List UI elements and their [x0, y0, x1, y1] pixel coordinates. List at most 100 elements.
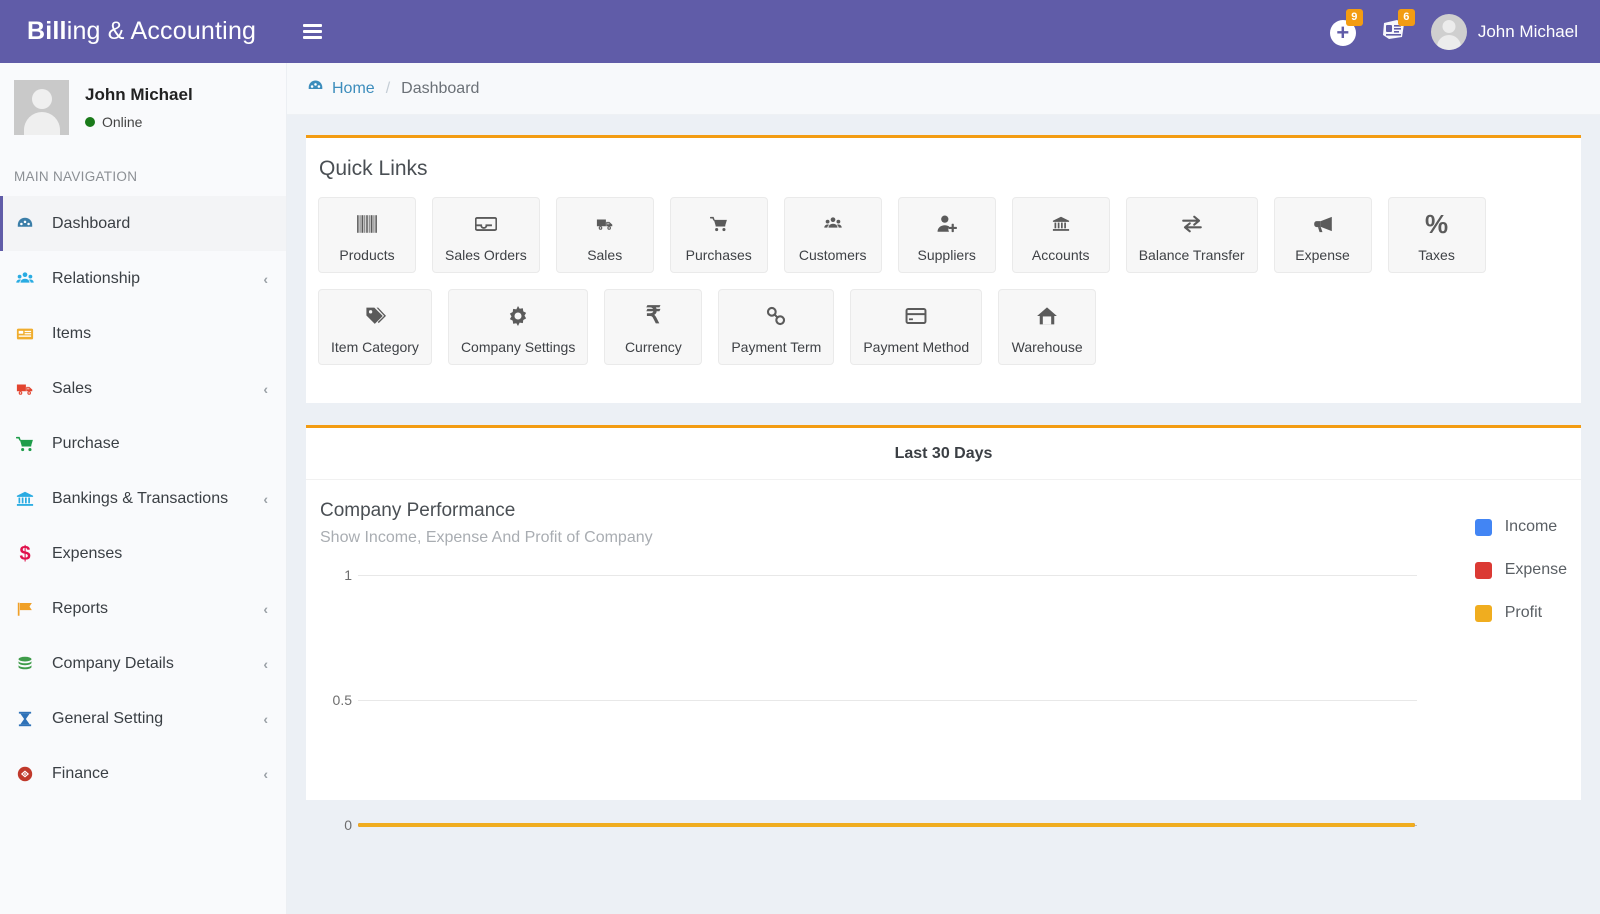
header-right-actions: + 9 6 John Michael: [1317, 0, 1600, 63]
quick-link-label: Item Category: [331, 339, 419, 355]
sidebar-item-bankings-transactions[interactable]: Bankings & Transactions ‹: [0, 471, 286, 526]
sidebar-item-label: Reports: [52, 599, 109, 617]
quick-links-row-1: Products Sales Orders Sales Purchases Custom…: [318, 197, 1569, 289]
breadcrumb-separator: /: [385, 79, 391, 97]
messages-badge-count: 6: [1397, 9, 1415, 26]
chart-plot-area: 1 0.5 0: [320, 567, 1567, 833]
quick-link-payment-method[interactable]: Payment Method: [850, 289, 983, 365]
users-group-icon: [14, 270, 36, 288]
quick-link-item-category[interactable]: Item Category: [318, 289, 432, 365]
quick-link-sales[interactable]: Sales: [555, 197, 654, 273]
app-brand-logo[interactable]: Bill ing & Accounting: [0, 0, 287, 63]
header-user-name: John Michael: [1477, 21, 1578, 41]
chart-period-label: Last 30 Days: [306, 428, 1581, 480]
add-new-button[interactable]: + 9: [1317, 0, 1369, 63]
delivery-truck-icon: [596, 207, 614, 241]
finance-badge-icon: [14, 765, 36, 783]
gear-icon: [507, 299, 529, 333]
chevron-left-icon: ‹: [263, 270, 268, 287]
legend-swatch-icon: [1474, 561, 1492, 579]
legend-swatch-icon: [1474, 518, 1492, 536]
hamburger-menu-button[interactable]: [287, 0, 337, 63]
quick-link-taxes[interactable]: % Taxes: [1387, 197, 1486, 273]
sidebar-item-purchase[interactable]: Purchase: [0, 416, 286, 471]
sidebar-item-dashboard[interactable]: Dashboard: [0, 196, 286, 251]
sidebar-item-sales[interactable]: Sales ‹: [0, 361, 286, 416]
quick-link-currency[interactable]: ₹ Currency: [604, 289, 703, 365]
bank-icon: [1052, 207, 1070, 241]
hourglass-icon: [14, 710, 36, 728]
user-menu[interactable]: John Michael: [1421, 13, 1582, 50]
sidebar-item-finance[interactable]: Finance ‹: [0, 746, 286, 801]
quick-link-expense[interactable]: Expense: [1273, 197, 1372, 273]
messages-button[interactable]: 6: [1369, 0, 1421, 63]
nav-section-header: MAIN NAVIGATION: [14, 169, 138, 184]
sidebar-item-label: Bankings & Transactions: [52, 489, 229, 507]
delivery-truck-icon: [14, 380, 36, 398]
legend-item-expense[interactable]: Expense: [1474, 561, 1567, 579]
sidebar-item-expenses[interactable]: $ Expenses: [0, 526, 286, 581]
quick-link-purchases[interactable]: Purchases: [669, 197, 768, 273]
quick-link-label: Sales: [587, 247, 623, 263]
quick-link-suppliers[interactable]: Suppliers: [897, 197, 996, 273]
sidebar-item-items[interactable]: Items: [0, 306, 286, 361]
breadcrumb-home-label: Home: [332, 79, 375, 97]
quick-link-products[interactable]: Products: [318, 197, 416, 273]
barcode-icon: [356, 207, 378, 241]
y-axis-tick-label: 1: [344, 567, 352, 583]
legend-item-profit[interactable]: Profit: [1474, 604, 1567, 622]
sidebar-item-label: Relationship: [52, 269, 141, 287]
inbox-tray-icon: [474, 207, 497, 241]
tags-icon: [364, 299, 386, 333]
quick-link-label: Expense: [1295, 247, 1350, 263]
sidebar-item-relationship[interactable]: Relationship ‹: [0, 251, 286, 306]
sidebar-item-label: Company Details: [52, 654, 174, 672]
sidebar-user-status: Online: [85, 114, 193, 130]
chevron-left-icon: ‹: [263, 765, 268, 782]
quick-link-label: Company Settings: [460, 339, 576, 355]
dollar-sign-icon: $: [19, 542, 31, 565]
sidebar-item-company-details[interactable]: Company Details ‹: [0, 636, 286, 691]
quick-link-label: Taxes: [1418, 247, 1455, 263]
sidebar-nav-list: Dashboard Relationship ‹ Items Sales ‹ Purchas…: [0, 196, 286, 801]
chart-series-line-profit: [358, 823, 1415, 827]
online-status-icon: [85, 117, 95, 128]
quick-link-balance-transfer[interactable]: Balance Transfer: [1125, 197, 1258, 273]
top-header-bar: Bill ing & Accounting + 9 6 John Michael: [0, 0, 1600, 63]
list-card-icon: [14, 325, 36, 343]
quick-link-label: Sales Orders: [445, 247, 527, 263]
flag-icon: [14, 600, 36, 618]
users-group-icon: [823, 207, 842, 241]
legend-label: Expense: [1504, 561, 1567, 578]
exchange-arrows-icon: [1181, 207, 1203, 241]
breadcrumb-home-link[interactable]: Home: [307, 78, 375, 100]
quick-link-customers[interactable]: Customers: [783, 197, 882, 273]
quick-link-label: Accounts: [1031, 247, 1090, 263]
avatar: [1430, 13, 1467, 50]
quick-link-payment-term[interactable]: Payment Term: [718, 289, 835, 365]
quick-link-label: Balance Transfer: [1138, 247, 1245, 263]
legend-item-income[interactable]: Income: [1474, 518, 1567, 536]
quick-link-company-settings[interactable]: Company Settings: [447, 289, 589, 365]
quick-links-panel: Quick Links Products Sales Orders Sales Pur…: [306, 135, 1581, 403]
breadcrumb-current-page: Dashboard: [401, 79, 480, 97]
home-icon: [1036, 299, 1058, 333]
megaphone-icon: [1312, 207, 1334, 241]
quick-link-label: Purchases: [685, 247, 752, 263]
sidebar-profile[interactable]: John Michael Online: [0, 63, 286, 151]
chart-gridline: [358, 700, 1417, 701]
quick-link-sales-orders[interactable]: Sales Orders: [432, 197, 540, 273]
sidebar-item-general-setting[interactable]: General Setting ‹: [0, 691, 286, 746]
sidebar-item-label: Expenses: [52, 544, 123, 562]
sidebar-item-label: Finance: [52, 764, 109, 782]
quick-link-accounts[interactable]: Accounts: [1011, 197, 1110, 273]
chart-title: Company Performance: [320, 500, 516, 521]
chart-subtitle: Show Income, Expense And Profit of Compa…: [320, 529, 653, 546]
quick-link-label: Currency: [624, 339, 682, 355]
sidebar-item-reports[interactable]: Reports ‹: [0, 581, 286, 636]
chevron-left-icon: ‹: [263, 655, 268, 672]
quick-link-warehouse[interactable]: Warehouse: [998, 289, 1097, 365]
chart-gridline: [358, 575, 1417, 576]
shopping-cart-icon: [709, 207, 728, 241]
quick-link-label: Warehouse: [1011, 339, 1083, 355]
